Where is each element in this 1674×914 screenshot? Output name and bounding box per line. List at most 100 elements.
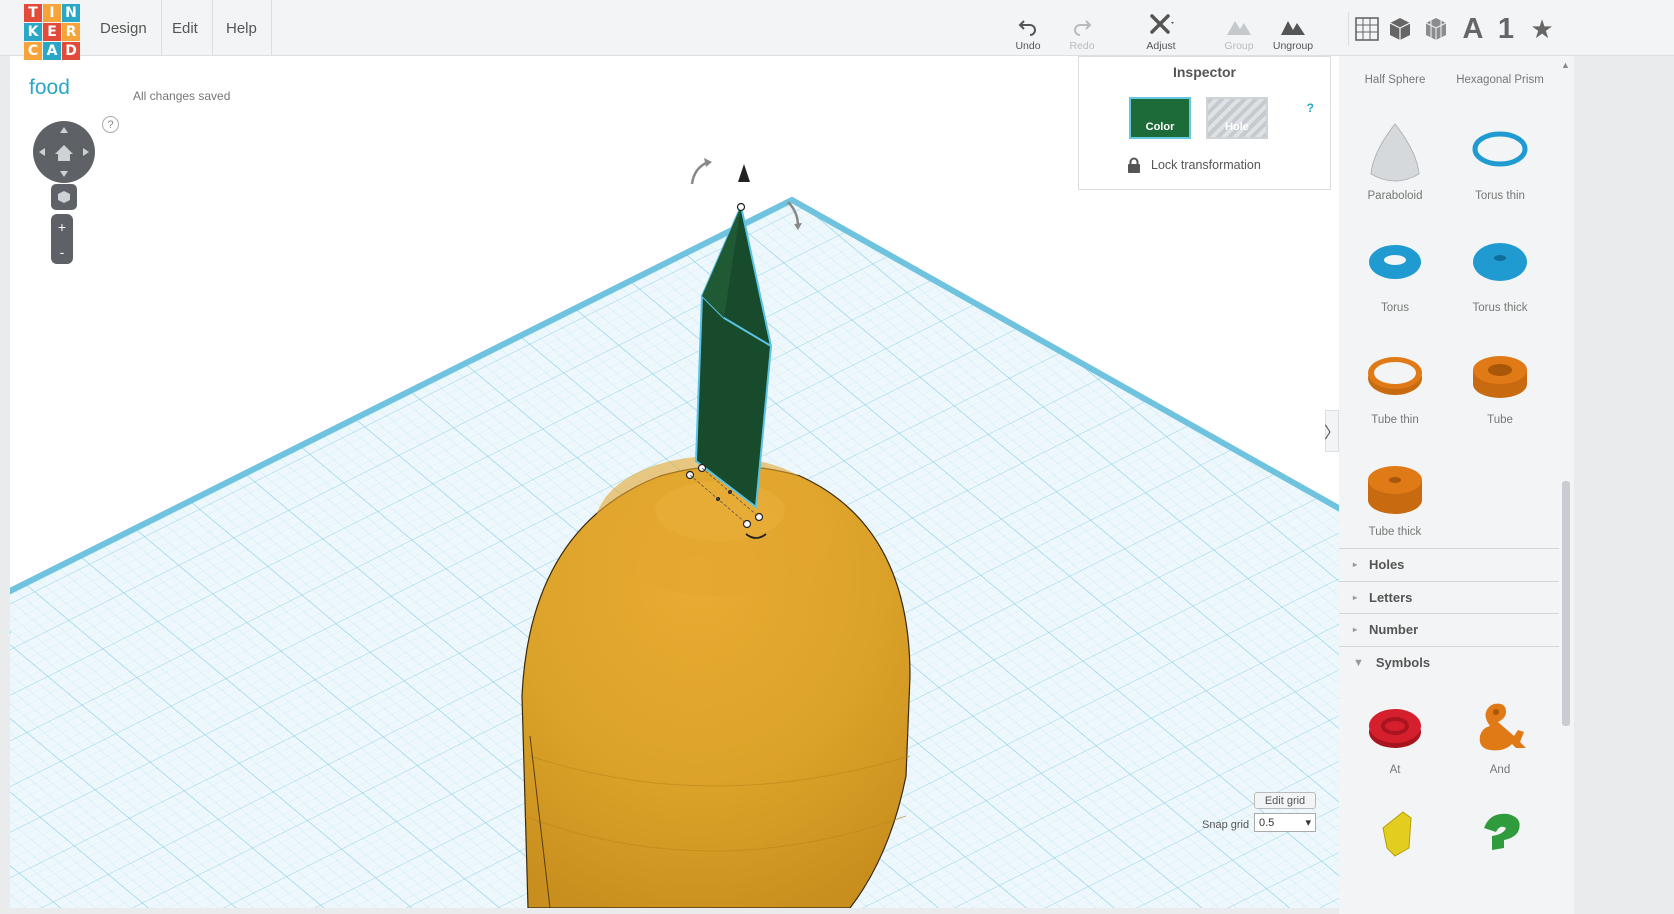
tube-thin-icon (1368, 357, 1422, 395)
category-number[interactable]: ▸ Number (1339, 613, 1559, 645)
cube-icon (58, 191, 70, 203)
shape-label: Torus (1380, 302, 1410, 314)
ungroup-button[interactable]: Ungroup (1265, 10, 1321, 52)
panel-scrollbar[interactable]: ▲ (1559, 56, 1574, 914)
orbit-control[interactable] (33, 121, 95, 183)
nav-help-button[interactable]: ? (102, 116, 119, 133)
shape-half-sphere[interactable]: Half Sphere (1345, 56, 1445, 86)
logo-letter: A (43, 42, 61, 60)
color-swatch-button[interactable]: Color (1129, 97, 1191, 139)
fit-view-cube-button[interactable] (51, 184, 77, 210)
shape-hexagonal-prism[interactable]: Hexagonal Prism (1450, 56, 1550, 86)
shape-torus-thick[interactable]: Torus thick (1450, 236, 1550, 314)
snap-grid-label: Snap grid (1202, 819, 1250, 831)
color-label: Color (1145, 121, 1175, 133)
adjust-label: Adjust (1146, 40, 1176, 52)
tube-icon (1473, 356, 1527, 398)
wireframe-view-icon[interactable] (1421, 12, 1451, 46)
hexagonal-prism-icon (1470, 56, 1530, 68)
numbers-view-icon[interactable]: 1 (1491, 12, 1521, 46)
shape-tube-thick[interactable]: Tube thick (1345, 460, 1445, 538)
shape-label: And (1489, 764, 1511, 776)
shape-label: Torus thick (1472, 302, 1528, 314)
undo-button[interactable]: Undo (1000, 10, 1056, 52)
hole-swatch-button[interactable]: Hole (1206, 97, 1268, 139)
category-label: Holes (1369, 557, 1405, 572)
logo-letter: C (24, 42, 42, 60)
shape-label: Tube thin (1371, 414, 1419, 426)
shape-tube-thin[interactable]: Tube thin (1345, 348, 1445, 426)
shape-torus-thin[interactable]: Torus thin (1450, 122, 1550, 202)
category-label: Number (1369, 622, 1419, 637)
lock-icon (1128, 157, 1140, 173)
zoom-in-button[interactable]: + (58, 219, 66, 235)
shape-yellow-symbol[interactable] (1345, 808, 1445, 864)
at-symbol-icon (1369, 709, 1421, 748)
category-label: Symbols (1375, 655, 1431, 670)
torus-thin-icon (1472, 131, 1528, 167)
shape-at[interactable]: At (1345, 698, 1445, 776)
shape-paraboloid[interactable]: Paraboloid (1345, 122, 1445, 202)
hole-label: Hole (1225, 121, 1249, 133)
category-label: Letters (1369, 590, 1413, 605)
torus-icon (1369, 245, 1421, 279)
logo-letter: T (24, 4, 42, 22)
solid-view-icon[interactable] (1385, 12, 1415, 46)
shapes-panel: Half Sphere Hexagonal Prism Paraboloid T… (1339, 56, 1559, 914)
favorites-star-icon[interactable]: ★ (1527, 12, 1557, 46)
shape-label: At (1389, 764, 1401, 776)
ungroup-icon (1281, 21, 1305, 35)
group-button[interactable]: Group (1211, 10, 1267, 52)
rotate-arrow-left-icon[interactable] (690, 160, 709, 185)
ungroup-label: Ungroup (1272, 40, 1314, 52)
window-edge (1574, 56, 1674, 914)
menu-edit[interactable]: Edit (158, 0, 213, 56)
collapse-panel-button[interactable]: 〉 (1324, 410, 1340, 452)
logo-letter: N (62, 4, 80, 22)
adjust-button[interactable]: Adjust (1133, 10, 1189, 52)
top-toolbar: TINKERCAD Design Edit Help Undo Redo Adj… (0, 0, 1674, 60)
shape-label: Half Sphere (1364, 74, 1426, 86)
category-symbols[interactable]: ▼ Symbols (1339, 646, 1559, 678)
shape-and[interactable]: And (1450, 698, 1550, 776)
ampersand-icon (1479, 703, 1526, 751)
inspector-help-button[interactable]: ? (1307, 101, 1314, 115)
lock-transformation-toggle[interactable]: Lock transformation (1127, 157, 1261, 173)
zoom-control: + - (51, 214, 73, 264)
tinkercad-logo[interactable]: TIN KER CAD (24, 4, 81, 61)
chevron-right-icon: ▸ (1353, 625, 1358, 634)
menu-design[interactable]: Design (86, 0, 162, 56)
shape-label: Torus thin (1475, 190, 1525, 202)
logo-letter: I (43, 4, 61, 22)
workplane-view-icon[interactable] (1348, 12, 1384, 46)
scroll-up-arrow-icon[interactable]: ▲ (1561, 60, 1570, 70)
letters-view-icon[interactable]: A (1458, 12, 1488, 46)
group-label: Group (1224, 40, 1254, 52)
save-status: All changes saved (133, 89, 231, 103)
redo-icon (1074, 20, 1092, 36)
category-letters[interactable]: ▸ Letters (1339, 581, 1559, 613)
edit-grid-button[interactable]: Edit grid (1254, 792, 1316, 809)
logo-letter: E (43, 23, 61, 41)
redo-button[interactable]: Redo (1054, 10, 1110, 52)
inspector-panel: Inspector ? Color Hole Lock transformati… (1078, 56, 1331, 190)
half-sphere-icon (1365, 56, 1425, 68)
shape-torus[interactable]: Torus (1345, 236, 1445, 314)
scrollbar-thumb[interactable] (1562, 481, 1570, 726)
category-holes[interactable]: ▸ Holes (1339, 548, 1559, 580)
chevron-down-icon: ▾ (1305, 817, 1311, 829)
question-symbol-icon (1484, 813, 1520, 850)
shape-question[interactable] (1450, 808, 1550, 864)
torus-thick-icon (1473, 243, 1527, 281)
chevron-right-icon: ▸ (1353, 593, 1358, 602)
design-title[interactable]: food (29, 76, 70, 100)
shape-tube[interactable]: Tube (1450, 348, 1550, 426)
group-icon (1227, 21, 1251, 35)
logo-letter: R (62, 23, 80, 41)
menu-help[interactable]: Help (212, 0, 272, 56)
height-handle-cone-icon[interactable] (738, 164, 750, 182)
snap-grid-select[interactable]: 0.5 ▾ (1254, 813, 1316, 832)
lock-label: Lock transformation (1151, 158, 1261, 172)
zoom-out-button[interactable]: - (60, 244, 65, 260)
logo-letter: D (62, 42, 80, 60)
